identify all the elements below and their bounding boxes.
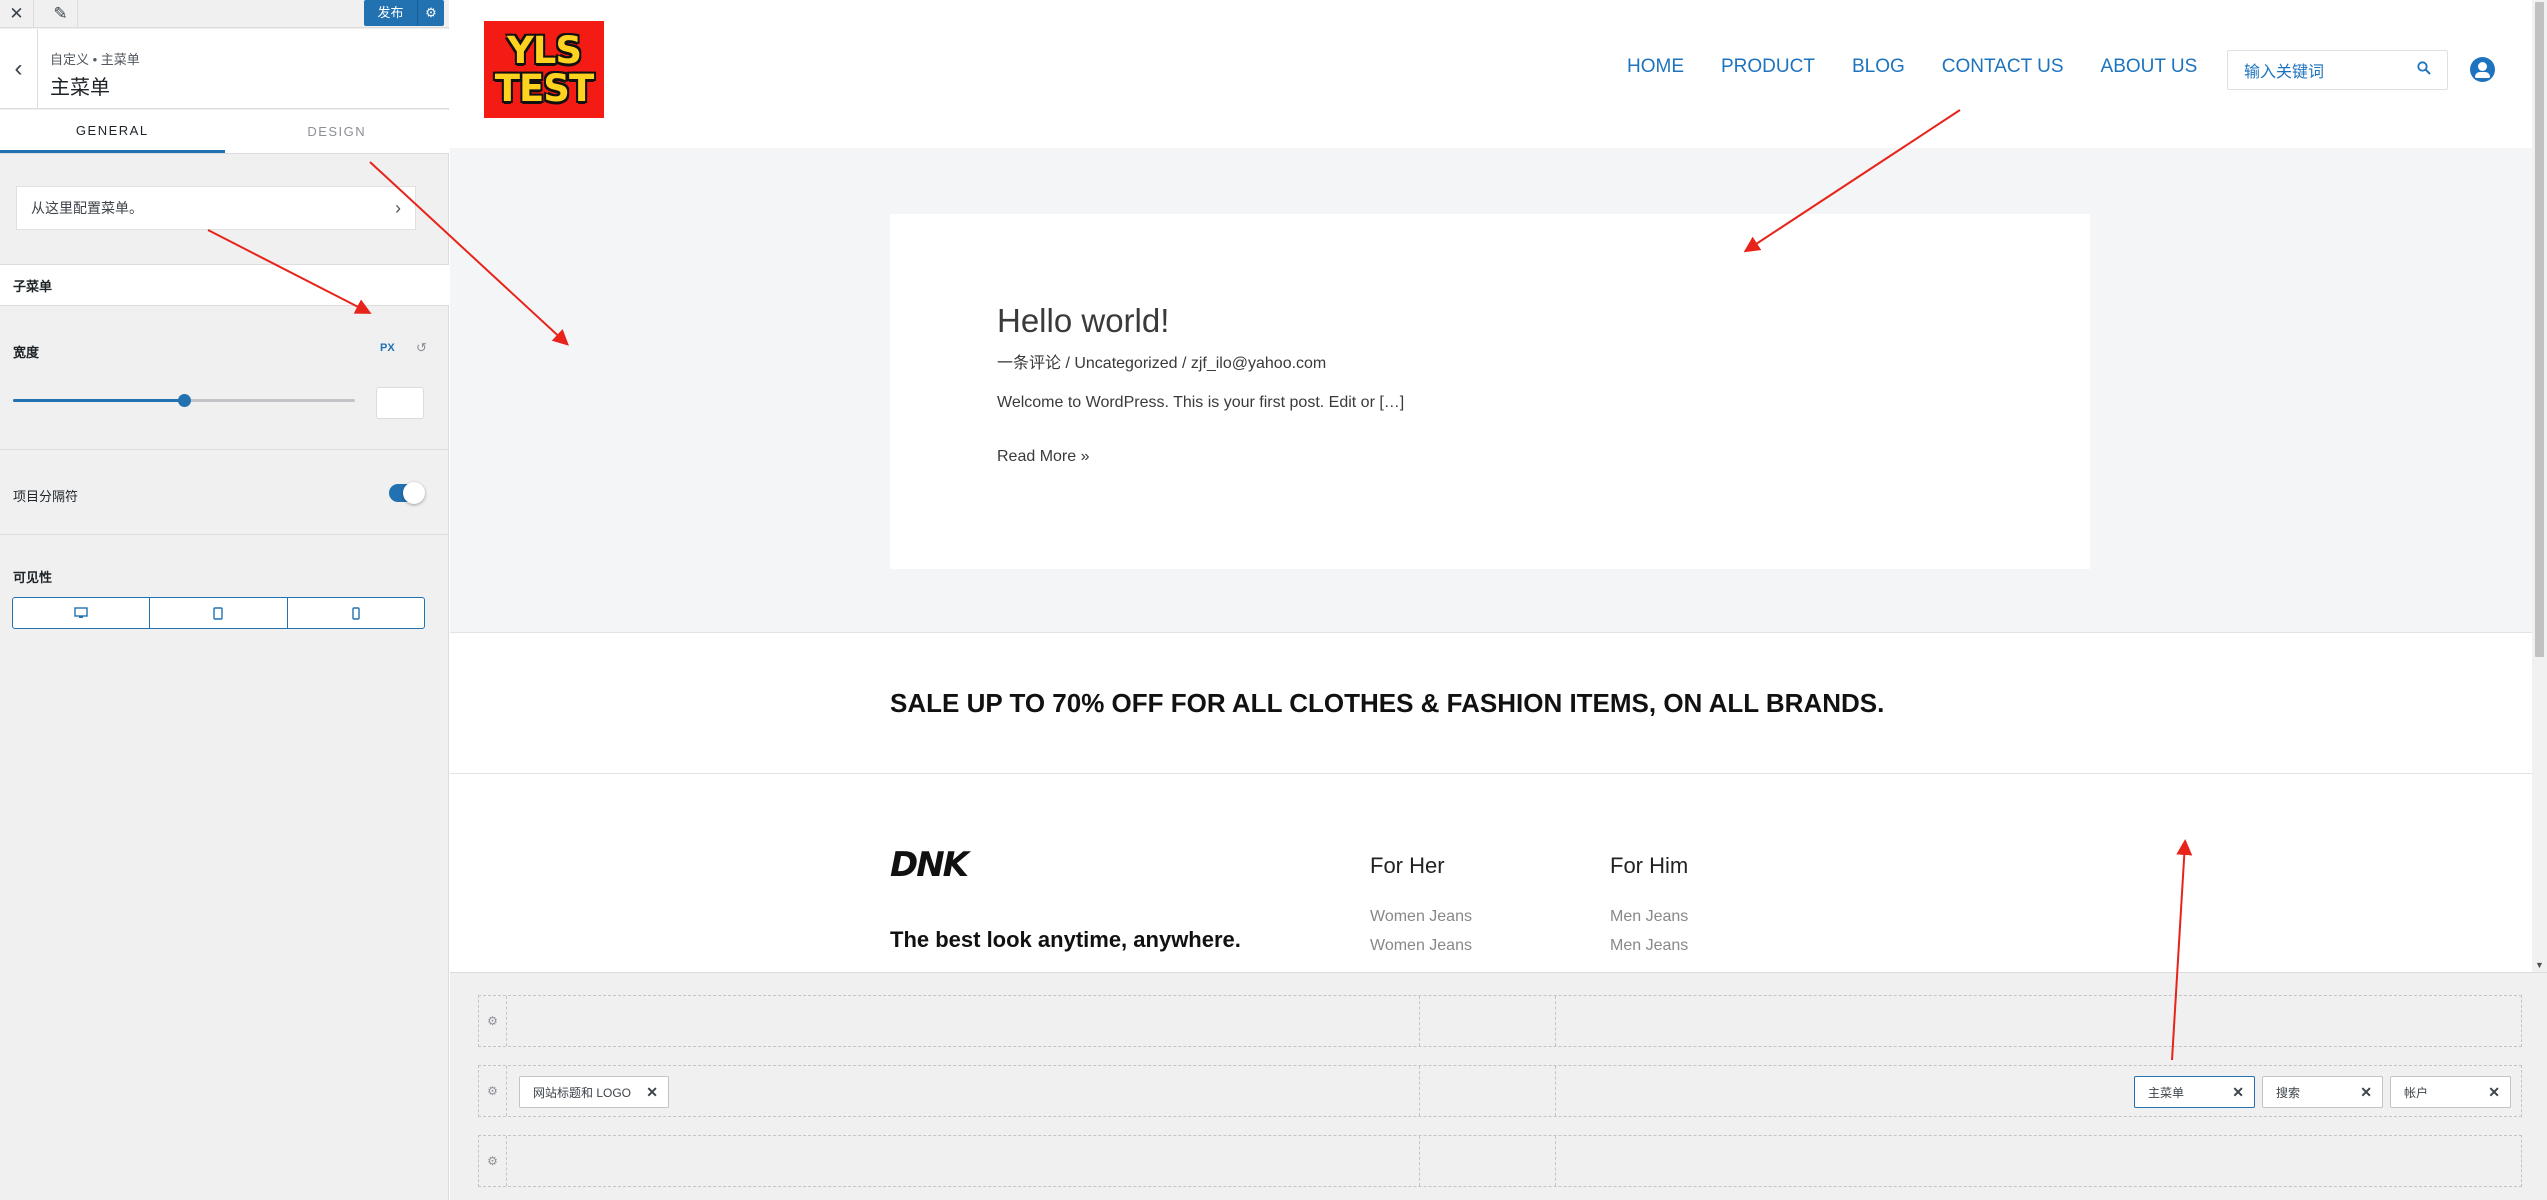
item-divider-label: 项目分隔符 bbox=[13, 489, 79, 504]
visibility-label: 可见性 bbox=[13, 570, 53, 585]
sale-banner: SALE UP TO 70% OFF FOR ALL CLOTHES & FAS… bbox=[450, 634, 2532, 774]
search-placeholder: 输入关键词 bbox=[2244, 64, 2325, 81]
column-divider bbox=[1555, 996, 1556, 1046]
footer-link[interactable]: Men Jeans bbox=[1610, 908, 1688, 926]
tab-general[interactable]: GENERAL bbox=[0, 110, 225, 153]
remove-icon[interactable]: ✕ bbox=[2488, 1084, 2500, 1101]
blog-section: Hello world! 一条评论 / Uncategorized / zjf_… bbox=[450, 148, 2532, 633]
width-input[interactable] bbox=[376, 387, 424, 419]
site-preview: YLS TEST HOME PRODUCT BLOG CONTACT US AB… bbox=[450, 0, 2547, 972]
pencil-icon[interactable]: ✎ bbox=[44, 0, 78, 28]
nav-contact-us[interactable]: CONTACT US bbox=[1942, 56, 2064, 78]
width-slider[interactable] bbox=[13, 394, 355, 407]
column-divider bbox=[1419, 996, 1420, 1046]
toggle-knob bbox=[403, 482, 425, 504]
gear-icon[interactable]: ⚙ bbox=[418, 5, 444, 21]
scrollbar-thumb[interactable] bbox=[2535, 2, 2544, 657]
search-input[interactable]: 输入关键词 bbox=[2227, 50, 2448, 90]
nav-product[interactable]: PRODUCT bbox=[1721, 56, 1815, 78]
footer-tagline: The best look anytime, anywhere. bbox=[890, 927, 1241, 952]
chip-label: 搜索 bbox=[2276, 1085, 2301, 1100]
customizer-sidebar: ✕ ✎ 发布 ⚙ ‹ 自定义 • 主菜单 主菜单 GENERAL DESIGN … bbox=[0, 0, 449, 1200]
builder-chip-primary-menu[interactable]: 主菜单 ✕ bbox=[2134, 1076, 2255, 1108]
logo-line-1: YLS bbox=[506, 28, 582, 72]
tablet-icon[interactable] bbox=[150, 598, 288, 628]
slider-fill bbox=[13, 399, 184, 402]
post-excerpt: Welcome to WordPress. This is your first… bbox=[997, 394, 1405, 411]
configure-menu-link[interactable]: 从这里配置菜单。 › bbox=[16, 186, 416, 230]
account-icon[interactable] bbox=[2470, 57, 2495, 82]
tab-design[interactable]: DESIGN bbox=[225, 110, 450, 153]
scroll-down-arrow-icon[interactable]: ▼ bbox=[2535, 960, 2544, 970]
site-logo[interactable]: YLS TEST bbox=[484, 21, 604, 118]
chip-label: 帐户 bbox=[2404, 1085, 2429, 1100]
breadcrumb: 自定义 • 主菜单 bbox=[50, 52, 140, 67]
builder-chip-site-logo[interactable]: 网站标题和 LOGO ✕ bbox=[519, 1076, 669, 1108]
publish-label[interactable]: 发布 bbox=[364, 0, 418, 26]
row-settings-gear-icon[interactable]: ⚙ bbox=[479, 1066, 507, 1116]
primary-menu: HOME PRODUCT BLOG CONTACT US ABOUT US bbox=[1627, 56, 2197, 78]
chevron-right-icon: › bbox=[395, 197, 401, 218]
customizer-topbar: ✕ ✎ 发布 ⚙ bbox=[0, 0, 449, 28]
post-meta[interactable]: 一条评论 / Uncategorized / zjf_ilo@yahoo.com bbox=[997, 349, 1326, 373]
visibility-device-group bbox=[12, 597, 425, 629]
tab-bar: GENERAL DESIGN bbox=[0, 110, 449, 154]
desktop-icon[interactable] bbox=[13, 598, 151, 628]
read-more-link[interactable]: Read More » bbox=[997, 448, 1090, 466]
footer-link[interactable]: Women Jeans bbox=[1370, 908, 1472, 926]
nav-about-us[interactable]: ABOUT US bbox=[2101, 56, 2198, 78]
width-label: 宽度 bbox=[13, 345, 40, 360]
configure-menu-label: 从这里配置菜单。 bbox=[31, 200, 143, 216]
search-icon[interactable] bbox=[2417, 60, 2431, 80]
row-settings-gear-icon[interactable]: ⚙ bbox=[479, 996, 507, 1046]
section-header: ‹ 自定义 • 主菜单 主菜单 bbox=[0, 29, 449, 109]
mobile-icon[interactable] bbox=[288, 598, 424, 628]
separator bbox=[0, 449, 449, 450]
row-settings-gear-icon[interactable]: ⚙ bbox=[479, 1136, 507, 1186]
slider-handle[interactable] bbox=[178, 394, 191, 407]
footer-column-title: For Him bbox=[1610, 853, 1689, 878]
chip-label: 网站标题和 LOGO bbox=[533, 1085, 632, 1100]
builder-row-main: ⚙ 网站标题和 LOGO ✕ 主菜单 ✕ 搜索 ✕ 帐户 ✕ bbox=[478, 1065, 2522, 1117]
post-title[interactable]: Hello world! bbox=[997, 302, 1169, 340]
close-icon[interactable]: ✕ bbox=[0, 0, 34, 28]
publish-button[interactable]: 发布 ⚙ bbox=[364, 0, 444, 26]
column-divider bbox=[1555, 1066, 1556, 1116]
preview-scrollbar[interactable]: ▼ bbox=[2532, 0, 2547, 972]
logo-line-2: TEST bbox=[494, 66, 594, 110]
footer-brand-logo: DNK bbox=[890, 845, 969, 885]
reset-icon[interactable]: ↺ bbox=[416, 340, 427, 356]
builder-row-bottom: ⚙ bbox=[478, 1135, 2522, 1187]
footer-link[interactable]: Men Jeans bbox=[1610, 937, 1688, 955]
nav-home[interactable]: HOME bbox=[1627, 56, 1684, 78]
item-divider-toggle[interactable] bbox=[389, 482, 425, 504]
chip-label: 主菜单 bbox=[2148, 1085, 2185, 1100]
column-divider bbox=[1419, 1136, 1420, 1186]
builder-row-top: ⚙ bbox=[478, 995, 2522, 1047]
nav-blog[interactable]: BLOG bbox=[1852, 56, 1905, 78]
column-divider bbox=[1419, 1066, 1420, 1116]
builder-chip-account[interactable]: 帐户 ✕ bbox=[2390, 1076, 2511, 1108]
footer-column-title: For Her bbox=[1370, 853, 1445, 878]
unit-px[interactable]: PX bbox=[380, 342, 395, 354]
remove-icon[interactable]: ✕ bbox=[646, 1084, 658, 1101]
builder-chip-search[interactable]: 搜索 ✕ bbox=[2262, 1076, 2383, 1108]
remove-icon[interactable]: ✕ bbox=[2232, 1084, 2244, 1101]
separator bbox=[0, 534, 449, 535]
sale-text: SALE UP TO 70% OFF FOR ALL CLOTHES & FAS… bbox=[890, 688, 1885, 718]
back-chevron-icon[interactable]: ‹ bbox=[0, 29, 38, 109]
post-card: Hello world! 一条评论 / Uncategorized / zjf_… bbox=[890, 214, 2090, 569]
section-title: 主菜单 bbox=[50, 77, 110, 99]
column-divider bbox=[1555, 1136, 1556, 1186]
footer-widgets: DNK The best look anytime, anywhere. For… bbox=[450, 775, 2532, 972]
header-builder: ⚙ ⚙ 网站标题和 LOGO ✕ 主菜单 ✕ 搜索 ✕ 帐户 ✕ ⚙ bbox=[450, 972, 2547, 1200]
site-header: YLS TEST HOME PRODUCT BLOG CONTACT US AB… bbox=[450, 0, 2532, 148]
remove-icon[interactable]: ✕ bbox=[2360, 1084, 2372, 1101]
submenu-heading: 子菜单 bbox=[0, 264, 449, 306]
footer-link[interactable]: Women Jeans bbox=[1370, 937, 1472, 955]
